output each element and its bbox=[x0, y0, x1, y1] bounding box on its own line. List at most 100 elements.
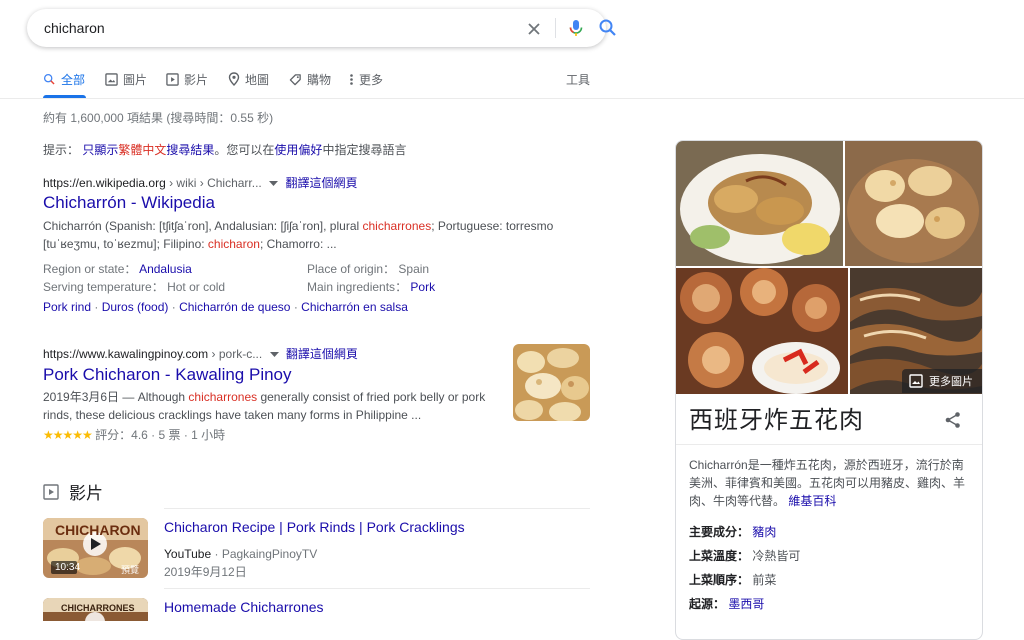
clear-icon[interactable] bbox=[524, 19, 544, 39]
knowledge-image[interactable] bbox=[845, 141, 982, 266]
sitelink[interactable]: Duros (food) bbox=[102, 300, 169, 314]
result-cite: https://www.kawalingpinoy.com › pork-c..… bbox=[43, 345, 358, 362]
kp-fact-course: 上菜順序： 前菜 bbox=[689, 571, 776, 588]
kp-fact-origin: 起源： 墨西哥 bbox=[689, 595, 764, 612]
result-title[interactable]: Pork Chicharon - Kawaling Pinoy bbox=[43, 365, 292, 385]
image-icon bbox=[105, 72, 118, 86]
fact-value-link[interactable]: Pork bbox=[410, 280, 435, 294]
sitelink[interactable]: Pork rind bbox=[43, 300, 91, 314]
fact-key: 起源： bbox=[689, 597, 726, 611]
snippet-text: ; Chamorro: ... bbox=[259, 237, 337, 251]
tab-more[interactable]: 更多 bbox=[349, 71, 383, 87]
divider bbox=[676, 444, 982, 445]
tag-icon bbox=[289, 73, 301, 85]
translate-link[interactable]: 翻譯這個網頁 bbox=[285, 176, 357, 190]
search-icon[interactable] bbox=[598, 18, 618, 38]
fact-value: Hot or cold bbox=[167, 280, 226, 294]
fact-key: 主要成分： bbox=[689, 525, 750, 539]
hint-suffix: 中指定搜尋語言 bbox=[322, 143, 407, 157]
mic-icon[interactable] bbox=[566, 18, 586, 38]
fact-colon: ： bbox=[383, 262, 399, 276]
fact-key: 上菜溫度： bbox=[689, 549, 750, 563]
hint-link-text-2: 搜尋結果 bbox=[166, 143, 215, 157]
kp-fact-ingredient: 主要成分： 豬肉 bbox=[689, 523, 776, 540]
knowledge-image[interactable] bbox=[676, 268, 848, 394]
tab-label: 地圖 bbox=[245, 72, 270, 87]
tab-label: 全部 bbox=[61, 72, 86, 87]
video-title[interactable]: Homemade Chicharrones bbox=[164, 599, 324, 615]
result-snippet: 2019年3月6日 — Although chicharrones genera… bbox=[43, 388, 493, 424]
divider bbox=[164, 508, 590, 509]
hint-filter-link[interactable]: 只顯示繁體中文搜尋結果 bbox=[82, 143, 214, 157]
video-meta: YouTube · PagkaingPinoyTV bbox=[164, 547, 317, 561]
more-vert-icon bbox=[350, 73, 353, 85]
snippet-date: 2019年3月6日 — Although bbox=[43, 390, 189, 404]
hint-preferences-link[interactable]: 使用偏好 bbox=[274, 143, 322, 157]
result-cite: https://en.wikipedia.org › wiki › Chicha… bbox=[43, 174, 357, 191]
hint-language: 繁體中文 bbox=[118, 143, 167, 157]
kp-fact-temperature: 上菜溫度： 冷熱皆可 bbox=[689, 547, 800, 564]
result-thumbnail[interactable] bbox=[513, 344, 590, 421]
sitelink[interactable]: Chicharrón de queso bbox=[179, 300, 290, 314]
result-stats: 約有 1,600,000 項結果 (搜尋時間：0.55 秒) bbox=[43, 111, 274, 125]
tools-button[interactable]: 工具 bbox=[566, 71, 590, 88]
result-path: › pork-c... bbox=[208, 347, 263, 361]
knowledge-panel-description: Chicharrón是一種炸五花肉，源於西班牙，流行於南美洲、菲律賓和美國。五花… bbox=[689, 456, 973, 510]
fact-value: 前菜 bbox=[752, 573, 777, 587]
more-images-button[interactable]: 更多圖片 bbox=[902, 369, 982, 393]
tab-label: 更多 bbox=[359, 72, 384, 87]
tab-videos[interactable]: 影片 bbox=[166, 71, 208, 87]
snippet-text: ; Portuguese: torresmo bbox=[431, 219, 554, 233]
dropdown-arrow-icon[interactable] bbox=[269, 180, 279, 187]
fact-colon: ： bbox=[395, 280, 411, 294]
fact-key: Serving temperature bbox=[43, 280, 152, 294]
thumbnail-caption: CHICHARRONES bbox=[61, 603, 135, 613]
tab-all[interactable]: 全部 bbox=[43, 71, 85, 87]
tab-shopping[interactable]: 購物 bbox=[289, 71, 331, 87]
fact-value-link[interactable]: Andalusia bbox=[139, 262, 192, 276]
video-meta-separator: · bbox=[211, 547, 222, 561]
snippet-text: Chicharrón (Spanish: [tʃitʃaˈron], Andal… bbox=[43, 219, 363, 233]
result-url: https://en.wikipedia.org bbox=[43, 176, 166, 190]
fact-value: Spain bbox=[398, 262, 430, 276]
source-link[interactable]: 維基百科 bbox=[788, 494, 836, 508]
tab-bar-divider bbox=[0, 98, 1024, 99]
fact-value-link[interactable]: 豬肉 bbox=[752, 525, 776, 539]
knowledge-image[interactable] bbox=[676, 141, 843, 266]
translate-link[interactable]: 翻譯這個網頁 bbox=[286, 347, 358, 361]
video-date: 2019年9月12日 bbox=[164, 565, 247, 579]
rating-text: 評分：4.6 · 5 票 · 1 小時 bbox=[95, 428, 226, 442]
fact-key: Region or state bbox=[43, 262, 125, 276]
image-icon bbox=[909, 374, 923, 388]
dropdown-arrow-icon[interactable] bbox=[269, 351, 279, 358]
search-bar bbox=[27, 9, 616, 47]
fact-value-link[interactable]: 墨西哥 bbox=[728, 597, 764, 611]
result-title[interactable]: Chicharrón - Wikipedia bbox=[43, 193, 215, 213]
video-icon bbox=[166, 72, 179, 86]
fact-colon: ： bbox=[151, 280, 168, 294]
hint-prefix: 提示： bbox=[43, 143, 80, 157]
language-hint: 提示： 只顯示繁體中文搜尋結果。您可以在使用偏好中指定搜尋語言 bbox=[43, 141, 406, 158]
video-thumbnail[interactable]: CHICHARRONES bbox=[43, 598, 148, 621]
videos-heading: 影片 bbox=[43, 479, 103, 504]
snippet-highlight: chicharrones bbox=[188, 390, 258, 404]
tab-images[interactable]: 圖片 bbox=[105, 71, 147, 87]
search-divider bbox=[555, 18, 556, 38]
fact-key: Main ingredients bbox=[307, 280, 396, 294]
video-title[interactable]: Chicharon Recipe | Pork Rinds | Pork Cra… bbox=[164, 519, 465, 535]
sitelink[interactable]: Chicharrón en salsa bbox=[301, 300, 408, 314]
tab-label: 購物 bbox=[307, 72, 332, 87]
fact-key: 上菜順序： bbox=[689, 573, 750, 587]
snippet-text: [tuˈʁeʒmu, toˈʁezmu]; Filipino: bbox=[43, 237, 208, 251]
thumbnail-caption: CHICHARON bbox=[55, 522, 141, 538]
snippet-text: rinds, these delicious cracklings have t… bbox=[43, 408, 422, 422]
video-thumbnail[interactable]: CHICHARON 10:34 預覽 bbox=[43, 518, 148, 578]
fact-colon: ： bbox=[124, 262, 140, 276]
tab-maps[interactable]: 地圖 bbox=[228, 71, 269, 87]
fact-key: Place of origin bbox=[307, 262, 384, 276]
video-channel: PagkaingPinoyTV bbox=[221, 547, 318, 561]
share-icon[interactable] bbox=[944, 411, 962, 429]
fact-ingredients: Main ingredients： Pork bbox=[307, 278, 435, 295]
snippet-text: generally consist of fried pork belly or… bbox=[257, 390, 486, 404]
search-input[interactable] bbox=[44, 17, 464, 39]
